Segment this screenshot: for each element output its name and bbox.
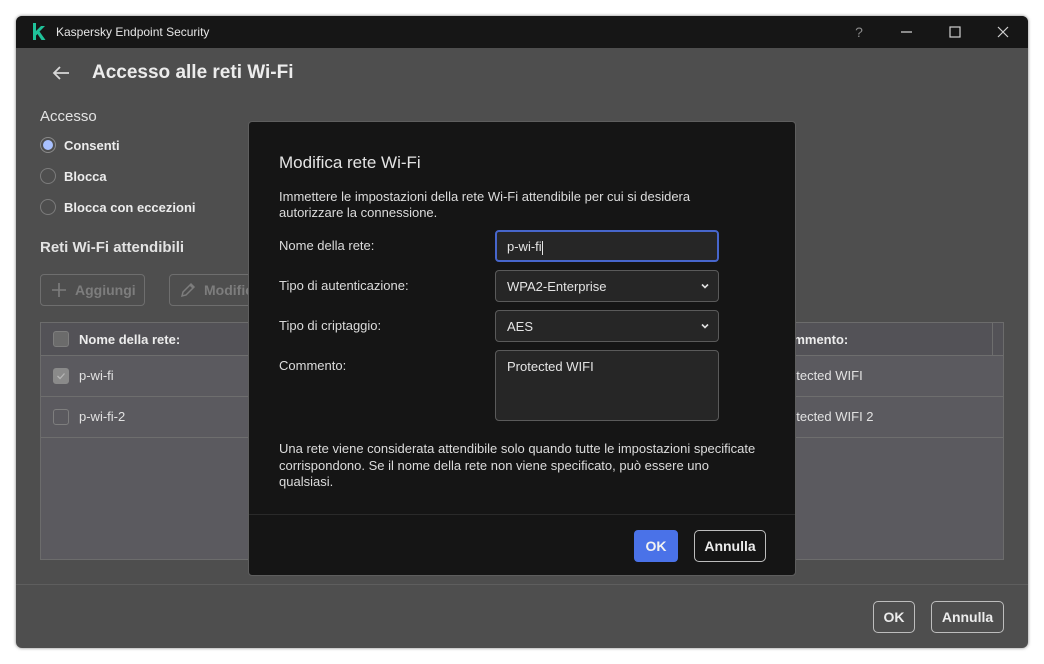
dialog-footer: OK Annulla <box>249 514 795 576</box>
chevron-down-icon <box>701 323 709 329</box>
title-bar: Kaspersky Endpoint Security ? <box>16 16 1028 48</box>
comment-textarea[interactable]: Protected WIFI <box>495 350 719 421</box>
radio-label: Blocca <box>64 168 107 184</box>
dialog-description: Immettere le impostazioni della rete Wi-… <box>279 189 691 220</box>
radio-block-with-exceptions[interactable]: Blocca con eccezioni <box>40 197 196 217</box>
comment-label: Commento: <box>279 358 347 373</box>
app-title: Kaspersky Endpoint Security <box>56 25 210 39</box>
page-title: Accesso alle reti Wi-Fi <box>92 62 294 83</box>
maximize-icon <box>949 26 961 38</box>
plus-icon <box>52 283 66 297</box>
auth-type-label: Tipo di autenticazione: <box>279 278 409 293</box>
ok-button[interactable]: OK <box>873 601 915 633</box>
dialog-title: Modifica rete Wi-Fi <box>279 153 421 172</box>
back-arrow-icon[interactable] <box>50 62 72 84</box>
text-caret <box>541 240 543 255</box>
add-button-label: Aggiungi <box>75 282 136 298</box>
encryption-type-value: AES <box>507 319 534 334</box>
add-button[interactable]: Aggiungi <box>40 274 145 306</box>
auth-type-select[interactable]: WPA2-Enterprise <box>495 270 719 302</box>
kaspersky-logo-icon <box>33 23 46 40</box>
radio-button[interactable] <box>40 168 56 184</box>
encryption-type-select[interactable]: AES <box>495 310 719 342</box>
radio-label: Blocca con eccezioni <box>64 199 196 215</box>
minimize-button[interactable] <box>884 16 930 48</box>
network-name-cell: p-wi-fi-2 <box>79 409 126 424</box>
trusted-networks-title: Reti Wi-Fi attendibili <box>40 239 185 256</box>
chevron-down-icon <box>701 283 709 289</box>
network-name-input[interactable]: p-wi-fi <box>495 230 719 262</box>
access-section-title: Accesso <box>40 108 97 125</box>
cancel-button[interactable]: Annulla <box>931 601 1004 633</box>
checkmark-icon <box>57 373 65 380</box>
radio-button[interactable] <box>40 199 56 215</box>
column-header-network-name[interactable]: Nome della rete: <box>79 332 180 347</box>
encryption-type-label: Tipo di criptaggio: <box>279 318 382 333</box>
radio-block[interactable]: Blocca <box>40 166 107 186</box>
edit-wifi-dialog: Modifica rete Wi-Fi Immettere le imposta… <box>248 121 796 576</box>
pencil-icon <box>180 282 196 298</box>
help-button[interactable]: ? <box>836 16 882 48</box>
minimize-icon <box>901 31 912 33</box>
network-name-value: p-wi-fi <box>507 239 542 254</box>
radio-button-checked[interactable] <box>40 137 56 153</box>
radio-allow[interactable]: Consenti <box>40 135 120 155</box>
dialog-ok-button[interactable]: OK <box>634 530 678 562</box>
close-button[interactable] <box>980 16 1026 48</box>
column-separator[interactable] <box>992 323 993 356</box>
dialog-cancel-button[interactable]: Annulla <box>694 530 766 562</box>
auth-type-value: WPA2-Enterprise <box>507 279 607 294</box>
row-checkbox[interactable] <box>53 409 69 425</box>
dialog-note: Una rete viene considerata attendibile s… <box>279 441 756 489</box>
footer-bar: OK Annulla <box>16 584 1028 648</box>
close-icon <box>997 26 1009 38</box>
help-icon: ? <box>855 24 863 40</box>
network-name-cell: p-wi-fi <box>79 368 114 383</box>
network-name-label: Nome della rete: <box>279 238 375 253</box>
radio-label: Consenti <box>64 137 120 153</box>
page-header: Accesso alle reti Wi-Fi <box>16 48 1028 100</box>
select-all-checkbox[interactable] <box>53 331 69 347</box>
maximize-button[interactable] <box>932 16 978 48</box>
row-checkbox-checked[interactable] <box>53 368 69 384</box>
